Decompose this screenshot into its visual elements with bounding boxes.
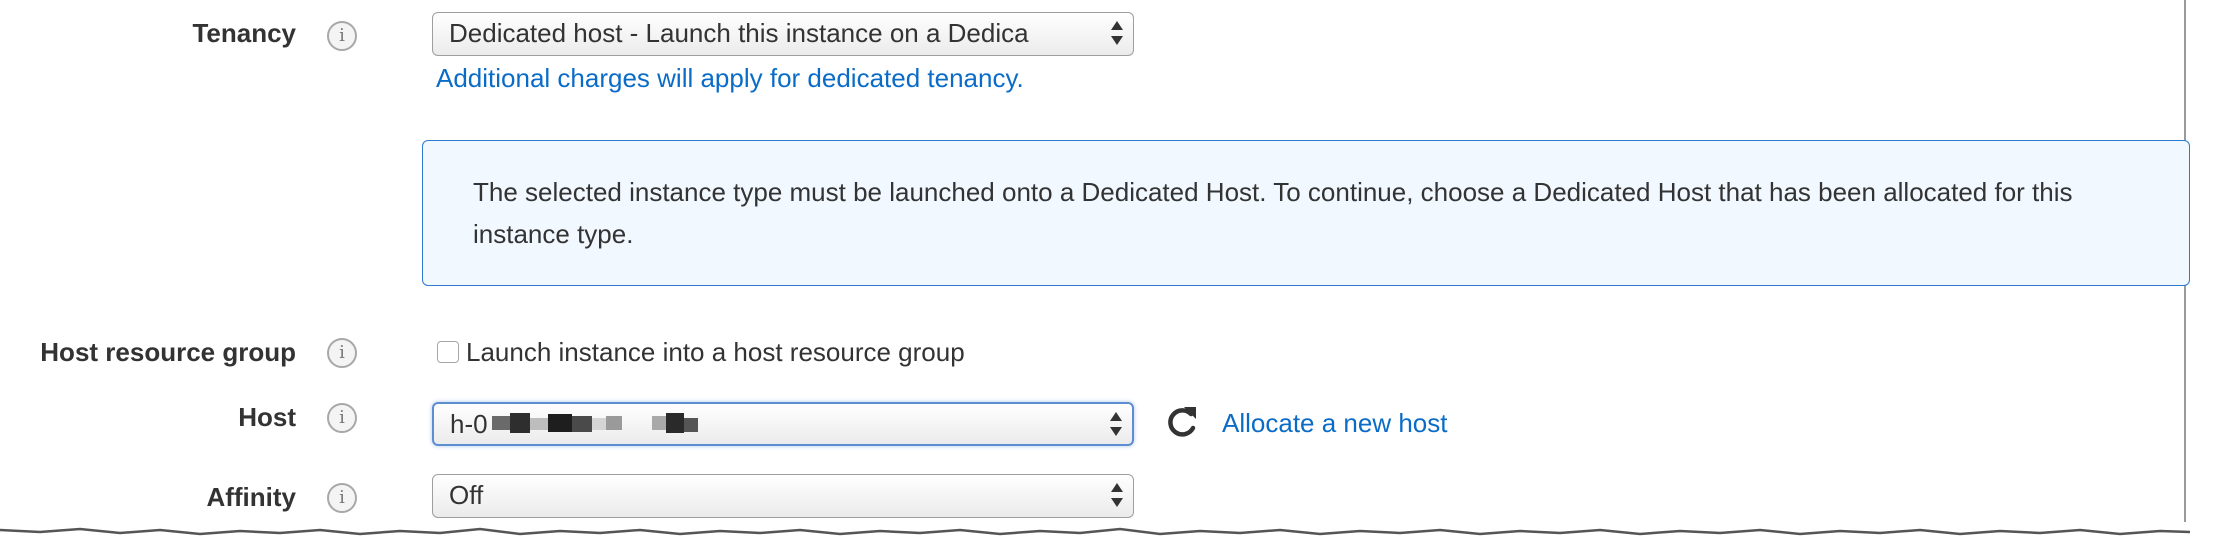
info-icon[interactable]: i <box>327 403 357 433</box>
updown-arrow-icon <box>1111 21 1123 45</box>
tenancy-selected-value: Dedicated host - Launch this instance on… <box>449 18 1029 48</box>
host-label: Host <box>238 402 296 432</box>
dedicated-host-notice: The selected instance type must be launc… <box>422 140 2190 286</box>
info-icon[interactable]: i <box>327 21 357 51</box>
updown-arrow-icon <box>1110 412 1122 436</box>
host-resource-group-checkbox-label[interactable]: Launch instance into a host resource gro… <box>466 337 965 368</box>
tenancy-select[interactable]: Dedicated host - Launch this instance on… <box>432 12 1134 56</box>
affinity-select[interactable]: Off <box>432 474 1134 518</box>
info-icon[interactable]: i <box>327 338 357 368</box>
tenancy-label: Tenancy <box>192 18 296 48</box>
host-resource-group-label: Host resource group <box>40 337 296 367</box>
notice-text: The selected instance type must be launc… <box>473 177 2073 249</box>
host-selected-value: h-0 <box>450 409 488 439</box>
refresh-icon[interactable] <box>1162 402 1202 442</box>
redacted-host-id <box>492 413 698 433</box>
allocate-new-host-link[interactable]: Allocate a new host <box>1222 408 1447 439</box>
host-resource-group-checkbox[interactable] <box>437 341 459 363</box>
dedicated-tenancy-charges-link[interactable]: Additional charges will apply for dedica… <box>436 63 1024 94</box>
instance-details-panel: Tenancy i Dedicated host - Launch this i… <box>0 0 2190 530</box>
info-icon[interactable]: i <box>327 483 357 513</box>
host-select[interactable]: h-0 <box>432 402 1134 446</box>
affinity-selected-value: Off <box>449 480 484 510</box>
updown-arrow-icon <box>1111 483 1123 507</box>
torn-edge <box>0 522 2190 536</box>
affinity-label: Affinity <box>206 482 296 512</box>
